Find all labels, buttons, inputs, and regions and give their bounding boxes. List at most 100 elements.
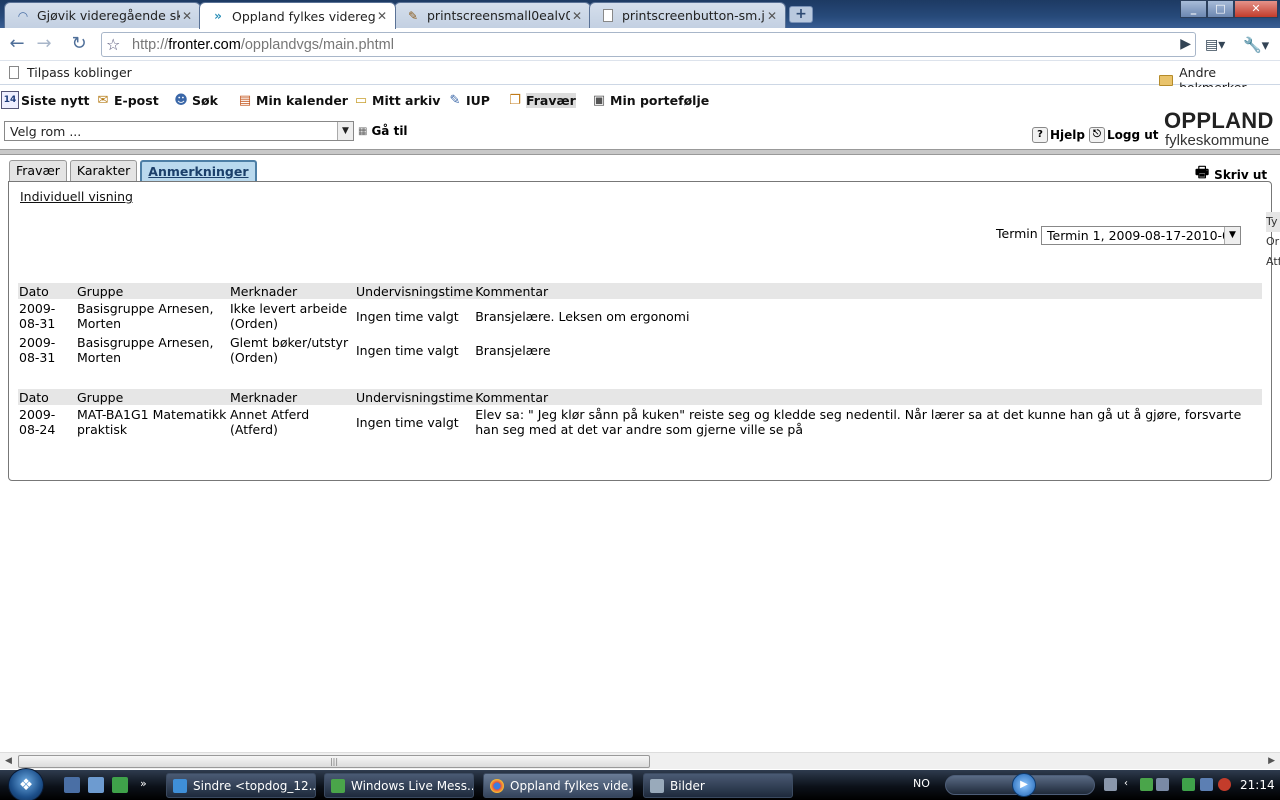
- column-header: Merknader: [229, 389, 355, 405]
- address-bar[interactable]: ☆ http://fronter.com/opplandvgs/main.pht…: [101, 32, 1196, 57]
- remarks-table: Dato Gruppe Merknader Undervisningstime …: [18, 389, 1262, 439]
- print-label: Skriv ut: [1214, 167, 1268, 182]
- back-button[interactable]: ←: [5, 33, 29, 55]
- goto-button[interactable]: ▦ Gå til: [358, 124, 408, 138]
- cell-dato: 2009-08-31: [19, 335, 56, 365]
- close-icon[interactable]: ✕: [570, 9, 584, 23]
- chrome-icon: [490, 778, 504, 793]
- go-arrow-icon[interactable]: ▶: [1180, 36, 1191, 52]
- reload-button[interactable]: ↻: [67, 33, 91, 55]
- column-header: Kommentar: [474, 389, 1262, 405]
- bookmark-customize-links[interactable]: Tilpass koblinger: [9, 65, 132, 80]
- nav-label: Min kalender: [256, 92, 348, 108]
- switch-windows-icon[interactable]: [88, 777, 104, 793]
- chevron-down-icon[interactable]: ▼: [1224, 227, 1240, 244]
- network-icon[interactable]: [1104, 778, 1117, 791]
- cell-gruppe: MAT-BA1G1 Matematikk praktisk: [77, 407, 227, 437]
- column-header: Dato: [18, 389, 76, 405]
- browser-tab-gjovik[interactable]: ◠ Gjøvik videregående skole ✕: [4, 2, 201, 28]
- tab-fravaer[interactable]: Fravær: [9, 160, 67, 182]
- room-select[interactable]: Velg rom ... ▼: [4, 121, 354, 141]
- forward-button[interactable]: →: [32, 33, 56, 55]
- cell-merknader: Annet Atferd (Atferd): [230, 407, 310, 437]
- content-tabs: Fravær Karakter Anmerkninger: [9, 160, 257, 182]
- browser-tab-printscreensmall[interactable]: ✎ printscreensmall0ealv0.jp... ✕: [394, 2, 591, 28]
- column-header: Gruppe: [76, 283, 229, 299]
- chevron-right-icon[interactable]: »: [140, 777, 156, 793]
- taskbar-item-chrome[interactable]: Oppland fylkes vide...: [483, 773, 633, 798]
- tab-karakter[interactable]: Karakter: [69, 160, 138, 182]
- url-text: http://fronter.com/opplandvgs/main.phtml: [132, 37, 394, 53]
- grid-icon: ▦: [358, 125, 368, 137]
- taskbar-item-messenger[interactable]: Windows Live Mess...: [324, 773, 474, 798]
- header-divider: [0, 149, 1280, 155]
- horizontal-scrollbar[interactable]: ◀ ||| ▶: [0, 752, 1280, 769]
- play-icon[interactable]: ▶: [1012, 773, 1036, 797]
- media-controls[interactable]: ▶: [945, 773, 1095, 797]
- page-menu-icon[interactable]: ▤▾: [1205, 37, 1225, 53]
- browser-tab-printscreenbutton[interactable]: printscreenbutton-sm.jp... ✕: [589, 2, 786, 28]
- clock[interactable]: 21:14: [1240, 778, 1275, 792]
- wrench-icon[interactable]: 🔧▾: [1243, 36, 1269, 54]
- language-indicator[interactable]: NO: [913, 777, 930, 790]
- nav-siste-nytt[interactable]: 14 Siste nytt: [1, 91, 90, 109]
- search-people-icon: ☻: [174, 92, 188, 108]
- table-header-row: Dato Gruppe Merknader Undervisningstime …: [18, 283, 1262, 299]
- help-label: Hjelp: [1050, 128, 1085, 142]
- chevron-left-icon[interactable]: ‹: [1124, 778, 1137, 791]
- task-label: Bilder: [670, 778, 705, 793]
- individual-view-link[interactable]: Individuell visning: [20, 189, 133, 204]
- column-header: Merknader: [229, 283, 355, 299]
- tab-title: printscreenbutton-sm.jp...: [622, 8, 765, 23]
- logout-label: Logg ut: [1107, 128, 1159, 142]
- calendar-icon: ▤: [238, 92, 252, 108]
- pictures-icon: [650, 778, 664, 793]
- nav-sok[interactable]: ☻ Søk: [172, 91, 218, 109]
- nav-fravaer[interactable]: ❐ Fravær: [506, 91, 576, 109]
- nav-label: Mitt arkiv: [372, 92, 441, 108]
- cell-time: Ingen time valgt: [356, 342, 459, 358]
- maximize-button[interactable]: □: [1207, 0, 1234, 18]
- clipped-column: Ty Or Atf: [1266, 212, 1280, 272]
- help-link[interactable]: ? Hjelp: [1032, 127, 1085, 143]
- term-select-value: Termin 1, 2009-08-17-2010-01-: [1047, 228, 1241, 243]
- volume-muted-icon[interactable]: [1218, 778, 1231, 791]
- minimize-button[interactable]: _: [1180, 0, 1207, 18]
- tab-anmerkninger[interactable]: Anmerkninger: [140, 160, 257, 182]
- nav-min-portefolje[interactable]: ▣ Min portefølje: [590, 91, 709, 109]
- nav-min-kalender[interactable]: ▤ Min kalender: [236, 91, 348, 109]
- taskbar-item-chat[interactable]: Sindre <topdog_12...: [166, 773, 316, 798]
- clipped-text: Ty: [1266, 212, 1280, 232]
- new-tab-button[interactable]: +: [789, 6, 813, 23]
- nav-iup[interactable]: ✎ IUP: [446, 91, 490, 109]
- logout-link[interactable]: ⎋ Logg ut: [1089, 127, 1159, 143]
- cell-gruppe: Basisgruppe Arnesen, Morten: [77, 301, 214, 331]
- chevron-down-icon[interactable]: ▼: [337, 122, 353, 140]
- nav-e-post[interactable]: ✉ E-post: [94, 91, 159, 109]
- tray-battery-icon[interactable]: [1182, 778, 1195, 791]
- scroll-left-icon[interactable]: ◀: [5, 756, 12, 766]
- page-icon: [9, 66, 19, 79]
- tray-network-icon[interactable]: [1200, 778, 1213, 791]
- show-desktop-icon[interactable]: [64, 777, 80, 793]
- start-button[interactable]: ❖: [8, 768, 44, 800]
- nav-mitt-arkiv[interactable]: ▭ Mitt arkiv: [352, 91, 441, 109]
- close-icon[interactable]: ✕: [180, 9, 194, 23]
- scrollbar-thumb[interactable]: |||: [18, 755, 650, 768]
- close-icon[interactable]: ✕: [375, 9, 389, 23]
- tray-display-icon[interactable]: [1156, 778, 1169, 791]
- messenger-quicklaunch-icon[interactable]: [112, 777, 128, 793]
- term-select[interactable]: Termin 1, 2009-08-17-2010-01- ▼: [1041, 226, 1241, 245]
- page-icon: [600, 8, 616, 24]
- close-window-button[interactable]: ✕: [1234, 0, 1278, 18]
- star-icon[interactable]: ☆: [106, 35, 120, 54]
- scroll-right-icon[interactable]: ▶: [1268, 756, 1275, 766]
- table-row: 2009-08-31 Basisgruppe Arnesen, Morten G…: [18, 333, 1262, 367]
- close-icon[interactable]: ✕: [765, 9, 779, 23]
- browser-tab-oppland[interactable]: » Oppland fylkes videregåe... ✕: [199, 2, 396, 29]
- cell-kommentar: Bransjelære. Leksen om ergonomi: [475, 308, 690, 324]
- app-navigation: 14 Siste nytt ✉ E-post ☻ Søk ▤ Min kalen…: [0, 87, 1280, 115]
- taskbar-item-pictures[interactable]: Bilder: [643, 773, 793, 798]
- fronter-icon: »: [214, 9, 222, 23]
- tray-messenger-icon[interactable]: [1140, 778, 1153, 791]
